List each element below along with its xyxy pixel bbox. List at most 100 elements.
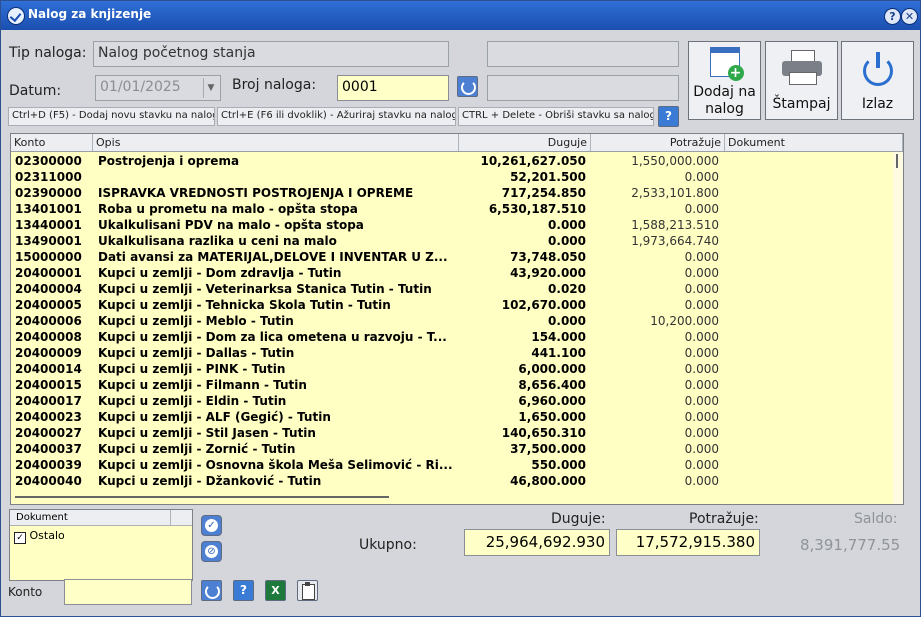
stampaj-button[interactable]: Štampaj bbox=[765, 41, 838, 120]
table-row[interactable]: 20400015 Kupci u zemlji - Filmann - Tutin… bbox=[11, 377, 887, 393]
dokument-item-ostalo[interactable]: ✓ Ostalo bbox=[14, 529, 65, 544]
printer-icon bbox=[781, 50, 822, 85]
row-potrazuje: 1,550,000.000 bbox=[631, 154, 719, 168]
row-potrazuje: 1,973,664.740 bbox=[631, 234, 719, 248]
row-duguje: 0.000 bbox=[548, 234, 586, 248]
row-potrazuje: 0.000 bbox=[684, 362, 719, 376]
table-row[interactable]: 20400027 Kupci u zemlji - Stil Jasen - Tu… bbox=[11, 425, 887, 441]
check-all-button[interactable]: ✓ bbox=[201, 515, 222, 536]
reload-button[interactable] bbox=[201, 580, 222, 601]
table-row[interactable]: 20400014 Kupci u zemlji - PINK - Tutin 6,0… bbox=[11, 361, 887, 377]
row-duguje: 717,254.850 bbox=[501, 186, 586, 200]
table-row[interactable]: 20400006 Kupci u zemlji - Meblo - Tutin 0.… bbox=[11, 313, 887, 329]
refresh-button[interactable] bbox=[457, 76, 478, 97]
saldo-label: Saldo: bbox=[854, 511, 898, 527]
row-duguje: 10,261,627.050 bbox=[480, 154, 586, 168]
row-potrazuje: 0.000 bbox=[684, 282, 719, 296]
row-opis: Kupci u zemlji - Filmann - Tutin bbox=[98, 378, 307, 392]
row-konto: 20400008 bbox=[15, 330, 82, 344]
help-button[interactable]: ? bbox=[884, 8, 901, 25]
refresh-icon bbox=[205, 584, 220, 599]
table-row[interactable]: 13440001 Ukalkulisani PDV na malo - opšta… bbox=[11, 217, 887, 233]
row-konto: 20400015 bbox=[15, 378, 82, 392]
hint-delete: CTRL + Delete - Obriši stavku sa naloga bbox=[458, 107, 654, 126]
konto-filter-label: Konto bbox=[8, 585, 43, 599]
row-potrazuje: 0.000 bbox=[684, 410, 719, 424]
table-row[interactable]: 20400009 Kupci u zemlji - Dallas - Tutin 4… bbox=[11, 345, 887, 361]
row-opis: Kupci u zemlji - Tehnicka Skola Tutin - … bbox=[98, 298, 391, 312]
row-potrazuje: 0.000 bbox=[684, 442, 719, 456]
row-duguje: 37,500.000 bbox=[510, 442, 586, 456]
dodaj-na-nalog-button[interactable]: + Dodaj na nalog bbox=[688, 41, 761, 120]
row-konto: 02300000 bbox=[15, 154, 82, 168]
row-opis: Kupci u zemlji - Džanković - Tutin bbox=[98, 474, 322, 488]
table-row[interactable]: 20400037 Kupci u zemlji - Zornić - Tutin 3… bbox=[11, 441, 887, 457]
hints-help-button[interactable]: ? bbox=[658, 106, 679, 127]
add-document-icon: + bbox=[709, 47, 744, 81]
dokument-panel-header: Dokument bbox=[10, 510, 192, 526]
row-konto: 20400017 bbox=[15, 394, 82, 408]
main-window: Nalog za knjizenje ? ✕ Tip naloga: Nalog… bbox=[0, 0, 921, 617]
col-dokument[interactable]: Dokument bbox=[725, 134, 903, 151]
table-row[interactable]: 20400023 Kupci u zemlji - ALF (Gegić) - T… bbox=[11, 409, 887, 425]
table-row[interactable]: 13401001 Roba u prometu na malo - opšta s… bbox=[11, 201, 887, 217]
table-row[interactable]: 02311000 52,201.500 0.000 bbox=[11, 169, 887, 185]
row-duguje: 550.000 bbox=[531, 458, 586, 472]
row-konto: 20400009 bbox=[15, 346, 82, 360]
row-potrazuje: 0.000 bbox=[684, 250, 719, 264]
row-duguje: 0.000 bbox=[548, 218, 586, 232]
grid-header: Konto Opis Duguje Potražuje Dokument bbox=[11, 134, 903, 152]
row-opis: Kupci u zemlji - Eldin - Tutin bbox=[98, 394, 287, 408]
col-konto[interactable]: Konto bbox=[11, 134, 93, 151]
table-row[interactable]: 20400008 Kupci u zemlji - Dom za lica ome… bbox=[11, 329, 887, 345]
help-icon[interactable]: ? bbox=[233, 580, 254, 601]
dokument-panel: Dokument ✓ Ostalo bbox=[9, 509, 193, 581]
table-row[interactable]: 20400004 Kupci u zemlji - Veterinarksa St… bbox=[11, 281, 887, 297]
stavke-grid[interactable]: Konto Opis Duguje Potražuje Dokument 023… bbox=[10, 133, 904, 505]
row-opis: Kupci u zemlji - Meblo - Tutin bbox=[98, 314, 294, 328]
total-potrazuje: 17,572,915.380 bbox=[616, 529, 760, 556]
row-konto: 20400001 bbox=[15, 266, 82, 280]
row-potrazuje: 0.000 bbox=[684, 394, 719, 408]
row-opis: Ukalkulisana razlika u ceni na malo bbox=[98, 234, 337, 248]
row-konto: 20400006 bbox=[15, 314, 82, 328]
table-row[interactable]: 20400040 Kupci u zemlji - Džanković - Tut… bbox=[11, 473, 887, 489]
table-row[interactable]: 02390000 ISPRAVKA VREDNOSTI POSTROJENJA I… bbox=[11, 185, 887, 201]
tip-naloga-field[interactable]: Nalog početnog stanja bbox=[93, 41, 449, 67]
vertical-scrollbar[interactable] bbox=[893, 152, 903, 504]
row-konto: 13440001 bbox=[15, 218, 82, 232]
table-row[interactable]: 20400039 Kupci u zemlji - Osnovna škola M… bbox=[11, 457, 887, 473]
tip-naloga-extra-field bbox=[487, 41, 679, 67]
row-konto: 02390000 bbox=[15, 186, 82, 200]
clipboard-icon[interactable] bbox=[297, 580, 318, 601]
konto-filter-input[interactable] bbox=[64, 579, 192, 605]
excel-export-icon[interactable]: X bbox=[265, 580, 286, 601]
row-konto: 13490001 bbox=[15, 234, 82, 248]
row-opis: Dati avansi za MATERIJAL,DELOVE I INVENT… bbox=[98, 250, 448, 264]
cancel-icon: ⊘ bbox=[205, 545, 218, 558]
datum-picker[interactable]: 01/01/2025 ▼ bbox=[95, 75, 221, 101]
row-konto: 15000000 bbox=[15, 250, 82, 264]
table-row[interactable]: 13490001 Ukalkulisana razlika u ceni na m… bbox=[11, 233, 887, 249]
close-button[interactable]: ✕ bbox=[901, 8, 918, 25]
uncheck-all-button[interactable]: ⊘ bbox=[201, 541, 222, 562]
row-konto: 20400027 bbox=[15, 426, 82, 440]
izlaz-button[interactable]: Izlaz bbox=[841, 41, 914, 120]
horizontal-scrollbar[interactable] bbox=[11, 494, 893, 504]
col-duguje[interactable]: Duguje bbox=[459, 134, 591, 151]
stampaj-label: Štampaj bbox=[772, 96, 831, 112]
table-row[interactable]: 15000000 Dati avansi za MATERIJAL,DELOVE … bbox=[11, 249, 887, 265]
table-row[interactable]: 20400017 Kupci u zemlji - Eldin - Tutin 6,… bbox=[11, 393, 887, 409]
col-potrazuje[interactable]: Potražuje bbox=[591, 134, 725, 151]
chevron-down-icon[interactable]: ▼ bbox=[203, 78, 218, 98]
row-duguje: 8,656.400 bbox=[518, 378, 586, 392]
table-row[interactable]: 02300000 Postrojenja i oprema 10,261,627.0… bbox=[11, 153, 887, 169]
table-row[interactable]: 20400005 Kupci u zemlji - Tehnicka Skola … bbox=[11, 297, 887, 313]
checkbox-checked-icon[interactable]: ✓ bbox=[14, 532, 26, 544]
broj-naloga-input[interactable]: 0001 bbox=[337, 75, 449, 101]
row-opis: Kupci u zemlji - ALF (Gegić) - Tutin bbox=[98, 410, 331, 424]
row-potrazuje: 0.000 bbox=[684, 378, 719, 392]
table-row[interactable]: 20400001 Kupci u zemlji - Dom zdravlja - … bbox=[11, 265, 887, 281]
row-konto: 20400004 bbox=[15, 282, 82, 296]
col-opis[interactable]: Opis bbox=[93, 134, 459, 151]
